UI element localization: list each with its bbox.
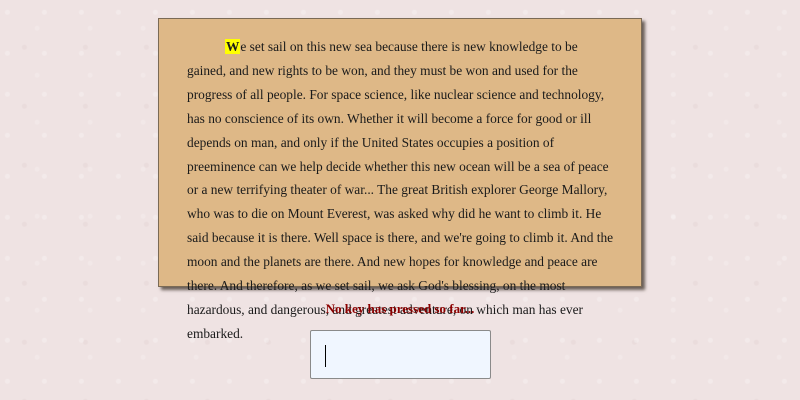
current-letter-highlight: W [225, 39, 241, 54]
key-status-message: No key has pressed so far... [325, 301, 475, 316]
passage-box: We set sail on this new sea because ther… [158, 18, 642, 341]
typing-input[interactable] [310, 330, 491, 379]
passage-remaining-text: e set sail on this new sea because there… [187, 39, 614, 341]
passage-text: We set sail on this new sea because ther… [187, 35, 617, 346]
text-cursor [325, 345, 326, 367]
